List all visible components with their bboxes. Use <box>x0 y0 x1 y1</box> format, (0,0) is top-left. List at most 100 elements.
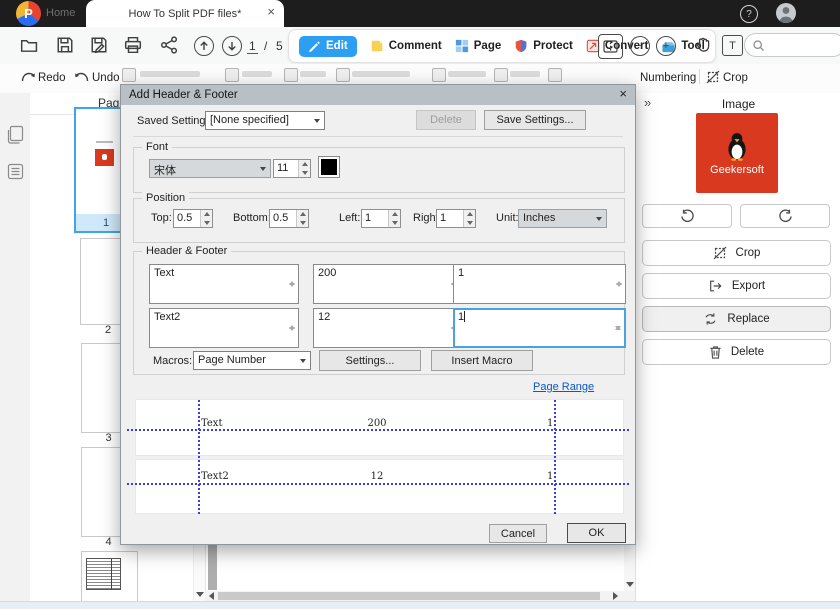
partial-button-icon[interactable] <box>284 68 298 82</box>
rotate-left-icon <box>680 209 695 224</box>
hand-tool-icon[interactable] <box>694 35 712 53</box>
macro-settings-button[interactable]: Settings... <box>319 350 421 371</box>
partial-button-icon[interactable] <box>225 68 239 82</box>
footer-left-textarea[interactable]: Text2 <box>149 308 299 348</box>
page-down-icon[interactable] <box>222 36 242 56</box>
redo-button[interactable]: Redo <box>38 72 66 84</box>
pdf-editor-window: P Home How To Split PDF files* × ? <box>0 0 840 609</box>
partial-button-label[interactable] <box>242 71 272 77</box>
search-input[interactable] <box>744 33 840 57</box>
partial-button-label[interactable] <box>140 71 200 77</box>
partial-button-icon[interactable] <box>122 68 136 82</box>
page-range-link[interactable]: Page Range <box>533 381 594 393</box>
spinner-arrows[interactable] <box>298 160 310 177</box>
scroll-down-icon[interactable] <box>626 582 634 587</box>
vertical-scrollbar[interactable] <box>624 543 635 591</box>
delete-settings-button[interactable]: Delete <box>416 110 476 130</box>
header-left-textarea[interactable]: Text <box>149 264 299 304</box>
image-properties-panel: » Image Geekersoft Crop <box>635 93 840 609</box>
export-button[interactable]: Export <box>642 273 831 299</box>
scroll-left-icon[interactable] <box>209 592 214 600</box>
crop-icon[interactable] <box>706 70 720 84</box>
delete-button[interactable]: Delete <box>642 339 831 365</box>
scroll-down-icon[interactable] <box>196 592 204 597</box>
mode-switcher: Edit Comment Page Protect Convert <box>288 29 716 63</box>
print-icon[interactable] <box>124 36 142 54</box>
avatar[interactable] <box>776 3 796 23</box>
partial-button-label[interactable] <box>300 71 326 77</box>
tab-page[interactable]: Page <box>455 39 502 53</box>
font-size-spinner[interactable]: 11 <box>273 159 311 178</box>
zoom-out-icon[interactable]: − <box>630 36 650 56</box>
crop-toolbar-button[interactable]: Crop <box>723 72 748 84</box>
redo-icon[interactable] <box>20 70 36 85</box>
top-spinner[interactable]: 0.5 <box>173 209 213 228</box>
unit-select[interactable]: Inches <box>518 209 607 228</box>
dialog-titlebar[interactable]: Add Header & Footer × <box>121 85 635 105</box>
font-family-select[interactable]: 宋体 <box>149 159 271 178</box>
select-text-icon[interactable]: T <box>722 35 743 56</box>
macros-label: Macros: <box>153 355 192 367</box>
undo-icon[interactable] <box>74 70 90 85</box>
rotate-right-button[interactable] <box>740 204 830 228</box>
spinner-arrows[interactable] <box>200 210 212 227</box>
tab-comment[interactable]: Comment <box>370 39 442 53</box>
undo-button[interactable]: Undo <box>92 72 120 84</box>
header-center-textarea[interactable]: 200 <box>313 264 461 304</box>
document-scrollbar-thumb[interactable] <box>208 543 217 590</box>
partial-button-icon[interactable] <box>336 68 350 82</box>
protect-icon <box>514 39 528 53</box>
fit-width-icon[interactable] <box>598 34 623 59</box>
right-spinner[interactable]: 1 <box>436 209 476 228</box>
cancel-button[interactable]: Cancel <box>489 524 547 543</box>
open-file-icon[interactable] <box>20 36 38 54</box>
page-numbering-button[interactable]: Numbering <box>640 72 696 84</box>
pages-panel-icon[interactable] <box>7 125 24 144</box>
horizontal-scrollbar-thumb[interactable] <box>218 592 600 600</box>
spinner-arrows[interactable] <box>388 210 400 227</box>
crop-button[interactable]: Crop <box>642 240 831 266</box>
save-settings-button[interactable]: Save Settings... <box>484 110 586 130</box>
page-thumbnail-5[interactable] <box>81 551 138 603</box>
partial-button-label[interactable] <box>448 71 486 77</box>
tab-edit[interactable]: Edit <box>299 36 357 57</box>
close-icon[interactable]: × <box>619 87 627 100</box>
home-tab[interactable]: Home <box>46 7 75 19</box>
close-icon[interactable]: × <box>267 5 275 18</box>
rotate-left-button[interactable] <box>642 204 732 228</box>
left-spinner[interactable]: 1 <box>361 209 401 228</box>
document-tab[interactable]: How To Split PDF files* × <box>86 0 284 27</box>
header-right-textarea[interactable]: 1 <box>453 264 626 304</box>
spinner-arrows[interactable] <box>296 210 308 227</box>
scroll-right-icon[interactable] <box>613 592 618 600</box>
bottom-spinner[interactable]: 0.5 <box>269 209 309 228</box>
help-icon[interactable]: ? <box>740 5 758 23</box>
ok-button[interactable]: OK <box>567 523 626 543</box>
current-page-input[interactable]: 1 <box>247 39 258 53</box>
footer-right-textarea[interactable]: 1 <box>453 308 626 348</box>
partial-button-icon[interactable] <box>432 68 446 82</box>
partial-button-icon[interactable] <box>548 68 562 82</box>
share-icon[interactable] <box>160 36 178 54</box>
rotate-right-icon <box>778 209 793 224</box>
partial-button-label[interactable] <box>510 71 540 77</box>
insert-macro-button[interactable]: Insert Macro <box>431 350 533 371</box>
app-logo-icon[interactable]: P <box>16 1 41 26</box>
partial-button-label[interactable] <box>352 71 410 77</box>
trash-icon <box>709 345 722 359</box>
tab-protect[interactable]: Protect <box>514 39 573 53</box>
spinner-arrows[interactable] <box>463 210 475 227</box>
footer-center-textarea[interactable]: 12 <box>313 308 461 348</box>
saved-settings-select[interactable]: [None specified] <box>205 111 325 130</box>
preview-footer-left: Text2 <box>201 471 229 482</box>
save-as-icon[interactable] <box>90 36 108 54</box>
titlebar: P Home How To Split PDF files* × ? <box>0 0 840 27</box>
page-up-icon[interactable] <box>194 36 214 56</box>
macros-select[interactable]: Page Number <box>193 351 311 370</box>
outline-panel-icon[interactable] <box>7 163 24 180</box>
font-color-swatch[interactable] <box>318 156 340 178</box>
partial-button-icon[interactable] <box>494 68 508 82</box>
replace-button[interactable]: Replace <box>642 306 831 332</box>
zoom-in-icon[interactable]: + <box>656 36 676 56</box>
save-icon[interactable] <box>56 36 74 54</box>
